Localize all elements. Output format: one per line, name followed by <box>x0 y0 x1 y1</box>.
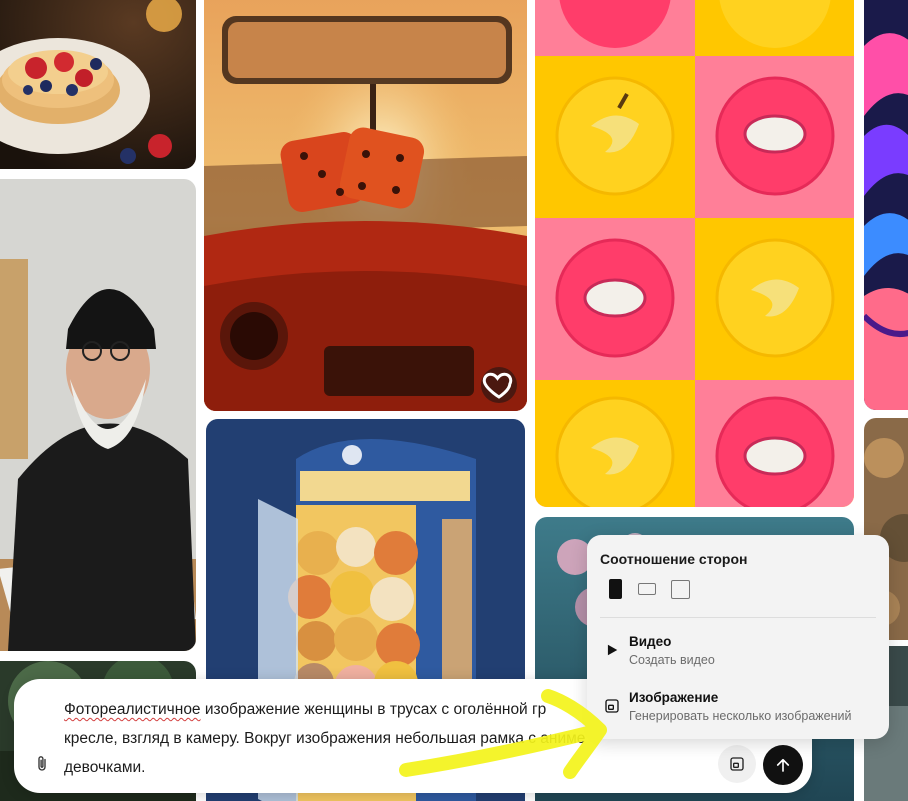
send-button[interactable] <box>763 745 803 785</box>
attach-button[interactable] <box>30 752 54 776</box>
heart-outline-icon <box>482 372 513 399</box>
square-ratio-icon <box>670 579 690 599</box>
gallery-image-old-man[interactable] <box>0 179 196 651</box>
prompt-text-line3: девочками. <box>64 759 146 776</box>
ratio-square-button[interactable] <box>669 578 691 600</box>
play-icon <box>603 641 621 659</box>
arrow-up-icon <box>776 758 790 772</box>
prompt-misspelled-word: Фотореалистичное <box>64 701 201 718</box>
gallery-image-abstract-neon[interactable] <box>864 0 908 410</box>
paperclip-icon <box>38 756 46 771</box>
like-button[interactable] <box>481 367 517 403</box>
popup-title: Соотношение сторон <box>600 551 748 567</box>
image-generate-icon <box>603 697 621 715</box>
gallery-image-fuzzy-dice[interactable] <box>204 0 527 411</box>
option-image-title: Изображение <box>629 690 719 705</box>
ratio-portrait-button[interactable] <box>607 578 623 600</box>
option-video-title: Видео <box>629 634 672 649</box>
option-video-subtitle: Создать видео <box>629 653 715 667</box>
prompt-text-line2: кресле, взгляд в камеру. Вокруг изображе… <box>64 730 586 747</box>
image-gallery-page: Фотореалистичное изображение женщины в т… <box>0 0 908 801</box>
option-image-subtitle: Генерировать несколько изображений <box>629 709 852 723</box>
popup-divider <box>600 617 876 618</box>
aspect-ratio-popup: Соотношение сторон Видео Создать видео И… <box>587 535 889 739</box>
gallery-image-pancakes[interactable] <box>0 0 196 169</box>
ratio-landscape-button[interactable] <box>637 578 657 600</box>
option-video[interactable]: Видео Создать видео <box>595 628 881 672</box>
generation-mode-button[interactable] <box>718 745 756 783</box>
landscape-ratio-icon <box>638 583 656 595</box>
portrait-ratio-icon <box>608 579 622 599</box>
option-image[interactable]: Изображение Генерировать несколько изобр… <box>595 684 881 728</box>
prompt-text-rest: изображение женщины в трусах с оголённой… <box>200 701 547 718</box>
gallery-image-banana-plates[interactable] <box>535 0 854 507</box>
image-mode-icon <box>730 757 744 771</box>
prompt-input[interactable]: Фотореалистичное изображение женщины в т… <box>64 695 664 782</box>
